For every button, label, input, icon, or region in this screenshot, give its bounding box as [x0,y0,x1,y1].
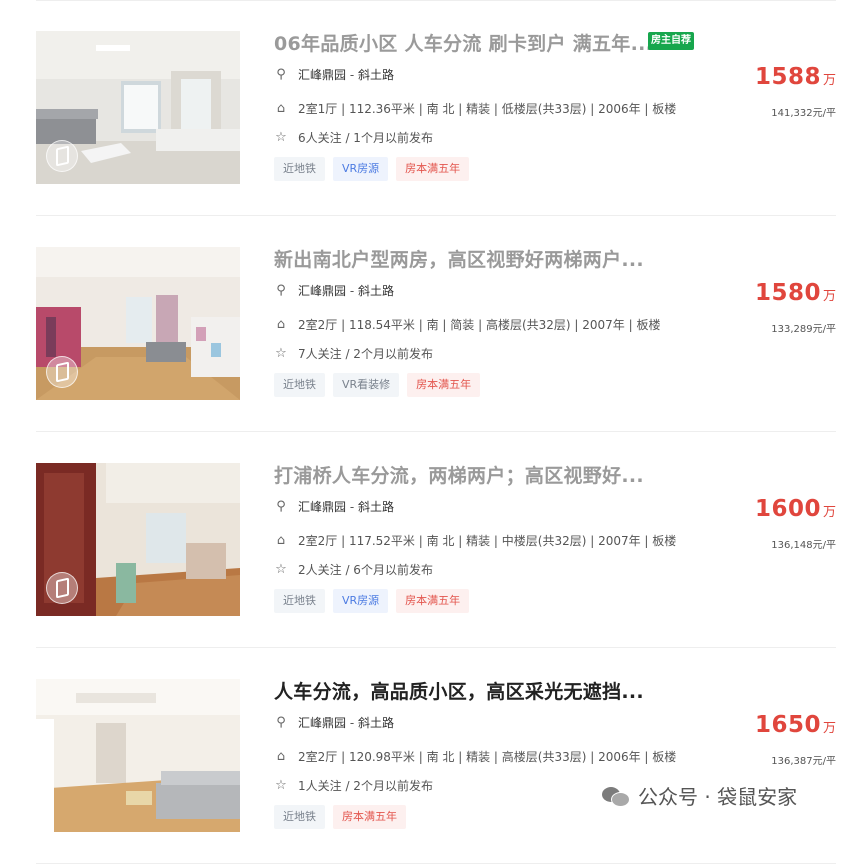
followers-text: 7人关注 / 2个月以前发布 [298,347,433,361]
listing-details: ⌂ 2室2厅 | 120.98平米 | 南 北 | 精装 | 高楼层(共33层)… [274,748,676,765]
wechat-watermark: 公众号 · 袋鼠安家 [602,781,797,810]
tag-near-subway: 近地铁 [274,373,325,397]
price-value: 1580 [754,280,821,306]
listing-title[interactable]: 打浦桥人车分流，两梯两户；高区视野好... [274,461,644,488]
listing-location: ⚲ 汇峰鼎园 - 斜土路 [274,282,394,299]
tag-five-years: 房本满五年 [333,805,406,829]
star-icon: ☆ [275,562,287,577]
star-icon: ☆ [275,778,287,793]
listing-title[interactable]: 人车分流，高品质小区，高区采光无遮挡... [274,677,644,704]
listing-location: ⚲ 汇峰鼎园 - 斜土路 [274,714,394,731]
tag-list: 近地铁 VR看装修 房本满五年 [274,373,481,397]
listing-card[interactable]: 06年品质小区 人车分流 刷卡到户 满五年... 房主自荐 ⚲ 汇峰鼎园 - 斜… [36,0,836,216]
tag-near-subway: 近地铁 [274,589,325,613]
house-icon: ⌂ [276,317,286,332]
listing-photo[interactable] [36,463,240,616]
tag-near-subway: 近地铁 [274,805,325,829]
tag-vr: VR房源 [333,589,389,613]
total-price: 1588 万 [755,64,836,90]
vr-cube-icon [46,572,78,604]
watermark-text: 公众号 · 袋鼠安家 [638,785,798,809]
total-price: 1580 万 [755,280,836,306]
vr-cube-icon [46,140,78,172]
star-icon: ☆ [275,346,287,361]
listing-details: ⌂ 2室2厅 | 117.52平米 | 南 北 | 精装 | 中楼层(共32层)… [274,532,676,549]
community-link[interactable]: 汇峰鼎园 [298,282,346,299]
followers-text: 2人关注 / 6个月以前发布 [298,563,433,577]
tag-vr-decoration: VR看装修 [333,373,400,397]
details-text: 2室2厅 | 120.98平米 | 南 北 | 精装 | 高楼层(共33层) |… [298,750,677,764]
listing-card[interactable]: 打浦桥人车分流，两梯两户；高区视野好... ⚲ 汇峰鼎园 - 斜土路 ⌂ 2室2… [36,432,836,648]
location-pin-icon: ⚲ [276,499,286,514]
total-price: 1600 万 [755,496,836,522]
details-text: 2室1厅 | 112.36平米 | 南 北 | 精装 | 低楼层(共33层) |… [298,102,677,116]
details-text: 2室2厅 | 117.52平米 | 南 北 | 精装 | 中楼层(共32层) |… [298,534,677,548]
followers-text: 6人关注 / 1个月以前发布 [298,131,433,145]
street-link[interactable]: 斜土路 [358,66,394,83]
listing-followers: ☆ 7人关注 / 2个月以前发布 [274,345,433,362]
listing-followers: ☆ 6人关注 / 1个月以前发布 [274,129,433,146]
price-unit: 万 [822,721,836,736]
listing-photo[interactable] [36,31,240,184]
listing-title[interactable]: 06年品质小区 人车分流 刷卡到户 满五年... [274,29,653,56]
tag-list: 近地铁 VR房源 房本满五年 [274,157,470,181]
location-pin-icon: ⚲ [276,715,286,730]
listing-photo[interactable] [36,247,240,400]
listing-title[interactable]: 新出南北户型两房，高区视野好两梯两户... [274,245,644,272]
community-link[interactable]: 汇峰鼎园 [298,714,346,731]
listing-details: ⌂ 2室1厅 | 112.36平米 | 南 北 | 精装 | 低楼层(共33层)… [274,100,676,117]
details-text: 2室2厅 | 118.54平米 | 南 | 简装 | 高楼层(共32层) | 2… [298,318,661,332]
total-price: 1650 万 [755,712,836,738]
price-value: 1600 [754,496,821,522]
street-link[interactable]: 斜土路 [358,714,394,731]
price-value: 1588 [754,64,821,90]
location-separator: - [346,715,358,730]
location-separator: - [346,67,358,82]
tag-vr: VR房源 [333,157,389,181]
star-icon: ☆ [275,130,287,145]
listing-location: ⚲ 汇峰鼎园 - 斜土路 [274,498,394,515]
location-separator: - [346,283,358,298]
house-icon: ⌂ [276,101,286,116]
house-icon: ⌂ [276,533,286,548]
unit-price: 133,289元/平 [771,324,836,335]
tag-five-years: 房本满五年 [396,157,470,181]
tag-list: 近地铁 房本满五年 [274,805,406,829]
location-pin-icon: ⚲ [276,283,286,298]
listing-location: ⚲ 汇峰鼎园 - 斜土路 [274,66,394,83]
location-separator: - [346,499,358,514]
tag-five-years: 房本满五年 [407,373,481,397]
location-pin-icon: ⚲ [276,67,286,82]
listing-details: ⌂ 2室2厅 | 118.54平米 | 南 | 简装 | 高楼层(共32层) |… [274,316,661,333]
tag-near-subway: 近地铁 [274,157,325,181]
unit-price: 136,387元/平 [771,756,836,767]
listing-card[interactable]: 新出南北户型两房，高区视野好两梯两户... ⚲ 汇峰鼎园 - 斜土路 ⌂ 2室2… [36,216,836,432]
unit-price: 141,332元/平 [771,108,836,119]
tag-list: 近地铁 VR房源 房本满五年 [274,589,470,613]
tag-five-years: 房本满五年 [396,589,470,613]
listing-followers: ☆ 2人关注 / 6个月以前发布 [274,561,433,578]
house-icon: ⌂ [276,749,286,764]
vr-cube-icon [46,356,78,388]
price-unit: 万 [822,73,836,88]
listing-followers: ☆ 1人关注 / 2个月以前发布 [274,777,433,794]
listing-photo[interactable] [36,679,240,832]
owner-recommend-badge: 房主自荐 [648,32,694,50]
wechat-icon [602,785,630,807]
listing-card[interactable]: 人车分流，高品质小区，高区采光无遮挡... ⚲ 汇峰鼎园 - 斜土路 ⌂ 2室2… [36,648,836,864]
street-link[interactable]: 斜土路 [358,282,394,299]
community-link[interactable]: 汇峰鼎园 [298,498,346,515]
price-unit: 万 [822,289,836,304]
price-unit: 万 [822,505,836,520]
street-link[interactable]: 斜土路 [358,498,394,515]
followers-text: 1人关注 / 2个月以前发布 [298,779,433,793]
unit-price: 136,148元/平 [771,540,836,551]
community-link[interactable]: 汇峰鼎园 [298,66,346,83]
price-value: 1650 [754,712,821,738]
